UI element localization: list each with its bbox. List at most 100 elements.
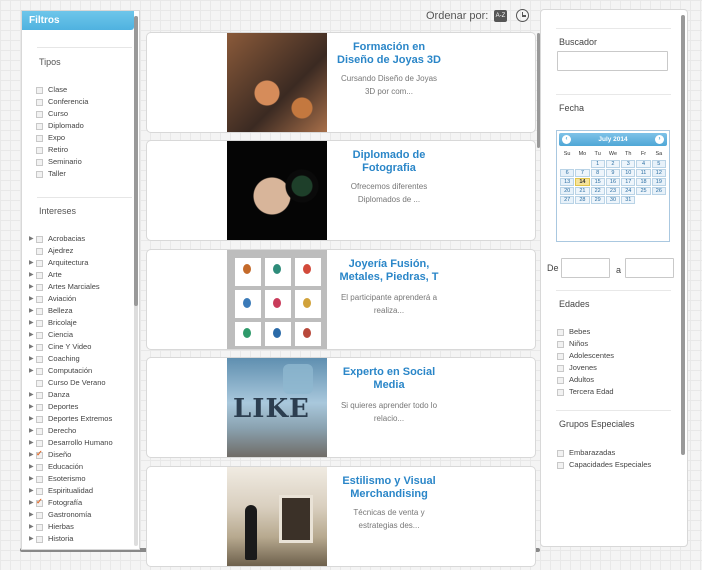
filter-option[interactable]: Curso De Verano	[36, 377, 113, 389]
checkbox[interactable]	[36, 343, 43, 351]
expand-arrow-icon[interactable]: ▶	[29, 365, 34, 377]
checkbox[interactable]	[557, 352, 564, 360]
checkbox[interactable]	[36, 158, 43, 166]
calendar-day[interactable]: 15	[590, 178, 605, 186]
checkbox[interactable]	[36, 391, 43, 399]
checkbox[interactable]	[557, 388, 564, 396]
checkbox[interactable]	[36, 367, 43, 375]
date-from-input[interactable]	[561, 258, 610, 278]
checkbox[interactable]	[557, 364, 564, 372]
expand-arrow-icon[interactable]: ▶	[29, 281, 34, 293]
checkbox[interactable]	[36, 122, 43, 130]
checkbox[interactable]	[36, 463, 43, 471]
calendar-day[interactable]: 17	[621, 178, 636, 186]
checkbox[interactable]	[557, 376, 564, 384]
checkbox[interactable]	[36, 170, 43, 178]
filter-option[interactable]: ▶ Acrobacias	[29, 233, 113, 245]
filter-option[interactable]: ▶ Arquitectura	[29, 257, 113, 269]
calendar-day[interactable]: 30	[605, 196, 621, 204]
filter-option[interactable]: ▶ Fotografía	[29, 496, 113, 509]
filter-option[interactable]: Ajedrez	[36, 245, 113, 257]
checkbox[interactable]	[557, 461, 564, 469]
checkbox[interactable]	[36, 439, 43, 447]
calendar-day[interactable]: 21	[575, 187, 590, 195]
checkbox[interactable]	[36, 110, 43, 118]
filter-option[interactable]: Conferencia	[36, 96, 88, 108]
expand-arrow-icon[interactable]: ▶	[29, 509, 34, 521]
card-title[interactable]: Estilismo y Visual Merchandising	[334, 475, 444, 501]
sort-date-clock-icon[interactable]	[516, 9, 529, 22]
filter-option[interactable]: ▶ Esoterismo	[29, 473, 113, 485]
filter-option[interactable]: ▶ Diseño	[29, 448, 113, 461]
checkbox[interactable]	[36, 271, 43, 279]
calendar-day[interactable]: 25	[636, 187, 651, 195]
checkbox[interactable]	[36, 331, 43, 339]
event-card[interactable]: LIKE Experto en Social Media Si quieres …	[146, 357, 536, 458]
card-image[interactable]	[227, 33, 327, 132]
filter-option[interactable]: Clase	[36, 84, 88, 96]
checkbox[interactable]	[36, 415, 43, 423]
calendar-day[interactable]: 24	[621, 187, 636, 195]
search-input[interactable]	[557, 51, 668, 71]
filter-option[interactable]: ▶ Hierbas	[29, 521, 113, 533]
expand-arrow-icon[interactable]: ▶	[29, 473, 34, 485]
expand-arrow-icon[interactable]: ▶	[29, 317, 34, 329]
calendar-prev-icon[interactable]: ‹	[562, 135, 571, 144]
filter-option[interactable]: ▶ Danza	[29, 389, 113, 401]
filter-option[interactable]: Seminario	[36, 156, 88, 168]
checkbox[interactable]	[36, 511, 43, 519]
expand-arrow-icon[interactable]: ▶	[29, 401, 34, 413]
checkbox[interactable]	[36, 319, 43, 327]
expand-arrow-icon[interactable]: ▶	[29, 437, 34, 449]
expand-arrow-icon[interactable]: ▶	[29, 305, 34, 317]
filter-option[interactable]: Retiro	[36, 144, 88, 156]
filter-option[interactable]: Adultos	[557, 374, 614, 386]
expand-arrow-icon[interactable]: ▶	[29, 461, 34, 473]
event-card[interactable]: Estilismo y Visual Merchandising Técnica…	[146, 466, 536, 567]
calendar-day[interactable]: 13	[560, 178, 575, 186]
filter-option[interactable]: ▶ Computación	[29, 365, 113, 377]
expand-arrow-icon[interactable]: ▶	[29, 389, 34, 401]
expand-arrow-icon[interactable]: ▶	[29, 497, 34, 509]
expand-arrow-icon[interactable]: ▶	[29, 413, 34, 425]
calendar-day[interactable]: 12	[651, 169, 666, 177]
calendar-day[interactable]: 5	[651, 160, 666, 168]
filters-scroll-thumb[interactable]	[134, 16, 138, 306]
checkbox[interactable]	[557, 328, 564, 336]
checkbox[interactable]	[36, 98, 43, 106]
card-image[interactable]	[227, 250, 327, 349]
filter-option[interactable]: ▶ Deportes	[29, 401, 113, 413]
expand-arrow-icon[interactable]: ▶	[29, 533, 34, 545]
checkbox[interactable]	[36, 146, 43, 154]
calendar-day[interactable]: 10	[621, 169, 636, 177]
filter-option[interactable]: Bebes	[557, 326, 614, 338]
filter-option[interactable]: Taller	[36, 168, 88, 180]
filter-option[interactable]: ▶ Arte	[29, 269, 113, 281]
card-image[interactable]	[227, 141, 327, 240]
calendar-day[interactable]: 6	[560, 169, 575, 177]
checkbox[interactable]	[557, 449, 564, 457]
calendar-day[interactable]: 19	[651, 178, 666, 186]
card-title[interactable]: Joyería Fusión, Metales, Piedras, T	[334, 258, 444, 284]
checkbox[interactable]	[36, 403, 43, 411]
checkbox[interactable]	[36, 295, 43, 303]
calendar-day[interactable]: 27	[560, 196, 575, 204]
calendar-day[interactable]: 18	[636, 178, 651, 186]
checkbox[interactable]	[36, 535, 43, 543]
expand-arrow-icon[interactable]: ▶	[29, 353, 34, 365]
checkbox[interactable]	[36, 427, 43, 435]
calendar-day[interactable]: 28	[575, 196, 590, 204]
filter-option[interactable]: ▶ Belleza	[29, 305, 113, 317]
sort-az-icon[interactable]: A-Z	[494, 10, 507, 22]
filter-option[interactable]: Tercera Edad	[557, 386, 614, 398]
checkbox[interactable]	[36, 259, 43, 267]
calendar-day-today[interactable]: 14	[575, 178, 590, 186]
event-card[interactable]: Diplomado de Fotografia Ofrecemos difere…	[146, 140, 536, 241]
checkbox[interactable]	[36, 307, 43, 315]
calendar-day[interactable]: 29	[590, 196, 605, 204]
calendar-next-icon[interactable]: ›	[655, 135, 664, 144]
filter-option[interactable]: ▶ Cine Y Video	[29, 341, 113, 353]
expand-arrow-icon[interactable]: ▶	[29, 425, 34, 437]
date-to-input[interactable]	[625, 258, 674, 278]
calendar-day[interactable]: 23	[605, 187, 621, 195]
